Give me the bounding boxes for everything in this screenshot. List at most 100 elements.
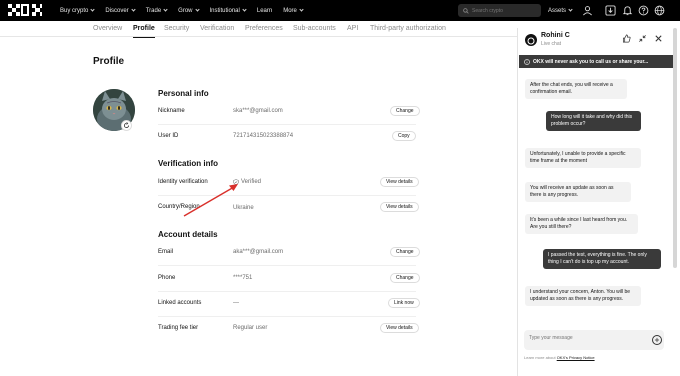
menu-label: Discover [105,7,129,14]
menu-discover[interactable]: Discover [105,7,136,14]
copy-user-id-button[interactable]: Copy [392,131,416,141]
trading-fee-tier-label: Trading fee tier [158,325,199,331]
divider [158,316,416,317]
menu-label: Institutional [209,7,240,14]
tab-sub-accounts[interactable]: Sub-accounts [293,21,336,37]
thumbs-up-icon[interactable] [622,34,631,43]
profile-subnav: Overview Profile Security Verification P… [0,21,518,38]
chevron-down-icon [242,7,247,12]
nickname-label: Nickname [158,108,185,114]
menu-more[interactable]: More [283,7,304,14]
top-nav: Buy crypto Discover Trade Grow Instituti… [0,0,680,21]
section-title-account-details: Account details [158,230,218,239]
view-identity-details-button[interactable]: View details [380,177,419,187]
main-menu: Buy crypto Discover Trade Grow Instituti… [60,0,304,21]
menu-grow[interactable]: Grow [178,7,200,14]
tab-api[interactable]: API [347,21,358,37]
change-nickname-button[interactable]: Change [390,106,420,116]
tab-verification[interactable]: Verification [200,21,234,37]
menu-trade[interactable]: Trade [145,7,168,14]
chat-input-box[interactable] [524,330,664,350]
linked-accounts-label: Linked accounts [158,300,202,306]
chevron-down-icon [131,7,136,12]
divider [158,124,416,125]
live-chat-panel: Rohini C Live chat OKX will never ask yo… [517,28,673,376]
okx-logo[interactable] [8,4,42,17]
info-icon [524,58,530,65]
user-icon[interactable] [582,5,593,16]
menu-label: Buy crypto [60,7,89,14]
chat-message-agent: Unfortunately, I unable to provide a spe… [525,148,641,168]
okx-chat-logo-icon [527,37,535,45]
chat-message-user: How long will it take and why did this p… [546,111,641,131]
email-value: aka***@gmail.com [233,249,284,255]
tab-overview[interactable]: Overview [93,21,122,37]
page-scrollbar[interactable] [673,28,677,268]
privacy-notice-link[interactable]: OKX's Privacy Notice [557,355,595,360]
chat-message-agent: You will receive an update as soon as th… [525,182,631,202]
help-icon[interactable] [638,5,649,16]
search-box[interactable] [458,4,541,17]
agent-name: Rohini C [541,32,570,39]
tab-profile[interactable]: Profile [133,21,155,38]
privacy-prefix: Learn more about [524,355,557,360]
chat-message-user: I passed the test, everything is fine. T… [543,249,661,269]
avatar-edit-button[interactable] [121,120,132,131]
close-icon[interactable] [654,34,663,43]
trading-fee-tier-value: Regular user [233,325,268,331]
menu-label: More [283,7,297,14]
menu-buy-crypto[interactable]: Buy crypto [60,7,95,14]
chat-status: Live chat [541,41,562,47]
page-title: Profile [93,56,125,67]
view-country-details-button[interactable]: View details [380,202,419,212]
menu-label: Learn [256,7,273,14]
change-email-button[interactable]: Change [390,247,420,257]
menu-label: Grow [178,7,193,14]
linked-accounts-value: — [233,300,239,306]
nickname-value: ska***@gmail.com [233,108,283,114]
chevron-down-icon [194,7,200,12]
change-phone-button[interactable]: Change [390,273,420,283]
tab-security[interactable]: Security [164,21,189,37]
agent-avatar [525,34,537,46]
red-arrow-annotation [183,184,238,217]
bell-icon[interactable] [622,5,633,16]
privacy-note: Learn more about OKX's Privacy Notice [524,355,595,360]
warning-text: OKX will never ask you to call us or sha… [533,58,649,65]
view-fee-tier-details-button[interactable]: View details [380,323,419,333]
divider [158,291,416,292]
assets-menu[interactable]: Assets [548,0,573,21]
download-icon[interactable] [605,5,616,16]
tab-preferences[interactable]: Preferences [245,21,283,37]
menu-label: Trade [145,7,162,14]
chat-message-agent: After the chat ends, you will receive a … [525,79,627,99]
globe-icon[interactable] [654,5,665,16]
link-now-button[interactable]: Link now [388,298,420,308]
user-id-label: User ID [158,133,179,139]
refresh-icon [123,122,130,129]
minimize-icon[interactable] [638,34,647,43]
chat-message-input[interactable] [529,335,639,341]
menu-learn[interactable]: Learn [257,8,272,14]
chevron-down-icon [568,7,573,12]
divider [158,265,416,266]
search-icon [463,7,469,14]
section-title-verification-info: Verification info [158,159,219,168]
chat-message-agent: I understand your concern, Anton. You wi… [525,286,641,306]
chat-message-agent: It's been a while since I last heard fro… [525,214,638,234]
menu-institutional[interactable]: Institutional [209,7,247,14]
tab-third-party-authorization[interactable]: Third-party authorization [370,21,446,37]
phone-value: ****751 [233,275,253,281]
chevron-down-icon [90,7,95,12]
plus-icon [654,337,660,343]
verified-text: Verified [241,179,262,185]
chevron-down-icon [163,7,168,12]
search-input[interactable] [472,7,532,14]
user-id-value: 721714315023388874 [233,133,294,139]
security-warning-banner: OKX will never ask you to call us or sha… [519,55,673,68]
send-button[interactable] [652,335,662,345]
assets-label: Assets [548,7,567,14]
section-title-personal-info: Personal info [158,89,209,98]
phone-label: Phone [158,275,176,281]
chevron-down-icon [299,7,304,12]
